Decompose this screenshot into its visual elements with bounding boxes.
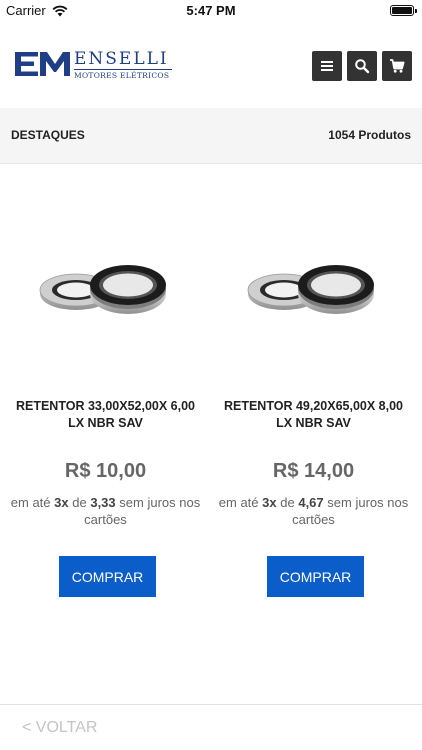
installments-times: 3x [262,495,277,510]
product-price: R$ 10,00 [64,460,147,482]
installments-info: em até 3x de 4,67 sem juros nos cartões [214,494,413,528]
cart-icon [390,59,405,73]
installments-amount: 4,67 [298,495,324,510]
installments-prefix: em até [10,495,51,510]
installments-mid: de [72,495,87,510]
buy-button[interactable]: COMPRAR [267,556,364,597]
logo-subtitle: MOTORES ELÉTRICOS [74,71,170,80]
product-image[interactable] [36,256,176,331]
search-button[interactable] [347,51,377,81]
section-header: DESTAQUES 1054 Produtos [0,108,422,164]
status-bar: Carrier 5:47 PM [0,0,422,22]
status-time: 5:47 PM [186,3,236,18]
product-name[interactable]: RETENTOR 33,00X52,00X 6,00 LX NBR SAV [8,398,203,432]
installments-times: 3x [54,495,69,510]
buy-button[interactable]: COMPRAR [59,556,156,597]
logo-mark [15,52,70,76]
menu-button[interactable] [312,51,342,81]
logo-divider [74,69,172,70]
cart-button[interactable] [382,51,412,81]
product-price: R$ 14,00 [272,460,355,482]
logo-name: ENSELLI [74,49,169,69]
installments-amount: 3,33 [90,495,116,510]
installments-prefix: em até [218,495,259,510]
search-icon [355,59,370,74]
brand-logo[interactable]: ENSELLI MOTORES ELÉTRICOS [14,49,174,85]
product-count: 1054 Produtos [328,128,411,142]
header: ENSELLI MOTORES ELÉTRICOS [0,22,422,108]
footer-bar: < VOLTAR [0,704,422,750]
hamburger-icon [321,61,333,71]
installments-mid: de [280,495,295,510]
installments-info: em até 3x de 3,33 sem juros nos cartões [6,494,205,528]
product-card[interactable]: RETENTOR 49,20X65,00X 8,00 LX NBR SAV R$… [210,164,417,624]
product-card[interactable]: RETENTOR 33,00X52,00X 6,00 LX NBR SAV R$… [2,164,209,624]
product-name[interactable]: RETENTOR 49,20X65,00X 8,00 LX NBR SAV [216,398,411,432]
back-link[interactable]: < VOLTAR [22,719,97,737]
section-title: DESTAQUES [11,128,85,142]
battery-icon [390,5,417,16]
product-image[interactable] [244,256,384,331]
